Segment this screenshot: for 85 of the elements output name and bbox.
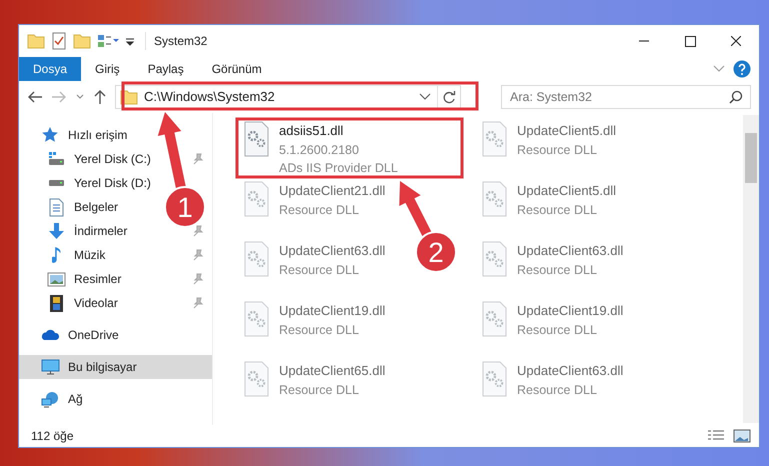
maximize-icon — [684, 36, 696, 46]
dll-file-gear-icon[interactable] — [242, 121, 271, 158]
sidebar-item[interactable]: Yerel Disk (D:) — [19, 171, 155, 195]
step-marker — [415, 231, 457, 273]
refresh-icon[interactable] — [442, 90, 456, 104]
dll-file-gear-icon[interactable] — [242, 301, 271, 338]
dll-file-gear-icon[interactable] — [480, 241, 509, 278]
network-icon — [41, 390, 60, 408]
large-icons-view-icon[interactable] — [733, 429, 751, 443]
file-detail: Resource DLL — [517, 322, 598, 338]
music-note-icon — [52, 247, 61, 263]
ribbon-tab[interactable]: Görünüm — [198, 57, 276, 81]
scrollbar-thumb[interactable] — [745, 133, 757, 183]
file-detail: Resource DLL — [279, 202, 360, 218]
help-icon[interactable] — [733, 60, 751, 78]
sidebar-item[interactable]: Ağ — [19, 387, 87, 411]
sidebar-item[interactable]: Belgeler — [19, 195, 122, 219]
file-name[interactable]: UpdateClient5.dll — [517, 121, 616, 140]
folder-icon[interactable] — [27, 32, 45, 50]
folder-icon[interactable] — [73, 32, 91, 50]
checklist-icon[interactable] — [51, 32, 67, 50]
file-detail: ADs IIS Provider DLL — [279, 160, 398, 178]
file-name[interactable]: UpdateClient63.dll — [517, 361, 624, 380]
picture-icon — [47, 270, 66, 288]
file-name[interactable]: UpdateClient19.dll — [517, 301, 624, 320]
file-name[interactable]: UpdateClient63.dll — [517, 241, 624, 260]
file-name[interactable]: UpdateClient63.dll — [279, 241, 386, 260]
dll-file-gear-icon[interactable] — [480, 121, 509, 158]
star-icon — [41, 126, 60, 144]
sidebar-item[interactable]: Hızlı erişim — [19, 123, 132, 147]
drive-icon — [49, 180, 64, 186]
step-number: 1 — [177, 192, 193, 223]
file-detail: Resource DLL — [517, 142, 598, 158]
pin-icon[interactable] — [192, 225, 204, 237]
file-name[interactable]: UpdateClient65.dll — [279, 361, 386, 380]
chevron-down-icon[interactable] — [419, 92, 431, 102]
address-path: C:\Windows\System32 — [144, 88, 275, 106]
file-name[interactable]: UpdateClient19.dll — [279, 301, 386, 320]
file-detail: 5.1.2600.2180 — [279, 142, 360, 158]
address-bar[interactable]: C:\Windows\System32 — [115, 85, 461, 109]
forward-arrow-icon[interactable] — [51, 90, 67, 104]
file-detail: Resource DLL — [517, 382, 598, 398]
file-detail: Resource DLL — [279, 322, 360, 338]
pin-icon[interactable] — [192, 273, 204, 285]
computer-icon — [41, 358, 60, 376]
file-detail: Resource DLL — [279, 382, 360, 398]
sidebar-item[interactable]: Yerel Disk (C:) — [19, 147, 155, 171]
dll-file-gear-icon[interactable] — [242, 181, 271, 218]
dll-file-gear-icon[interactable] — [480, 181, 509, 218]
film-strip-icon — [47, 294, 66, 312]
file-detail: Resource DLL — [517, 202, 598, 218]
search-icon — [729, 90, 743, 104]
pin-icon[interactable] — [192, 297, 204, 309]
download-arrow-icon — [47, 222, 66, 240]
document-icon — [47, 198, 66, 216]
sidebar-item[interactable]: Videolar — [19, 291, 122, 315]
pin-icon[interactable] — [192, 153, 204, 165]
step-marker — [164, 186, 206, 228]
item-count: 112 öğe — [31, 428, 74, 445]
search-field[interactable]: Ara: System32 — [501, 85, 751, 109]
dll-file-gear-icon[interactable] — [242, 241, 271, 278]
pin-icon[interactable] — [192, 249, 204, 261]
file-detail: Resource DLL — [279, 262, 360, 278]
dll-file-gear-icon[interactable] — [480, 301, 509, 338]
close-icon — [731, 36, 741, 46]
ribbon-tab[interactable]: Paylaş — [134, 57, 198, 81]
up-arrow-icon[interactable] — [93, 89, 107, 105]
ribbon-tab[interactable]: Dosya — [19, 57, 82, 81]
sidebar-item[interactable]: İndirmeler — [19, 219, 132, 243]
file-name[interactable]: UpdateClient21.dll — [279, 181, 386, 200]
sidebar-item[interactable]: Resimler — [19, 267, 126, 291]
dll-file-gear-icon[interactable] — [480, 361, 509, 398]
dll-file-gear-icon[interactable] — [242, 361, 271, 398]
step-number: 2 — [428, 237, 444, 268]
file-detail: Resource DLL — [517, 262, 598, 278]
window-title: System32 — [145, 32, 208, 50]
sidebar-item[interactable]: Müzik — [19, 243, 110, 267]
back-arrow-icon[interactable] — [27, 90, 43, 104]
sidebar-item[interactable]: OneDrive — [19, 323, 123, 347]
file-name[interactable]: adsiis51.dll — [279, 121, 398, 140]
minimize-icon — [639, 40, 649, 42]
properties-icon[interactable] — [97, 33, 119, 49]
file-name[interactable]: UpdateClient5.dll — [517, 181, 616, 200]
scrollbar[interactable] — [743, 115, 759, 423]
ribbon-tab[interactable]: Giriş — [81, 57, 134, 81]
